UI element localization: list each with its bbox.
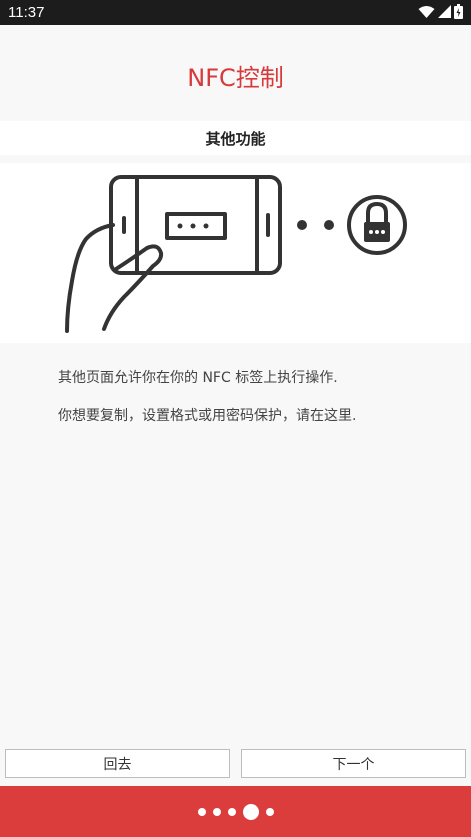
page-title: NFC控制 (187, 64, 284, 92)
section-title: 其他功能 (205, 129, 266, 148)
pager-dot[interactable] (212, 807, 221, 816)
status-icons (418, 4, 463, 19)
signal-icon (438, 5, 451, 18)
pager-dot[interactable] (197, 807, 206, 816)
pager-dot[interactable] (265, 807, 274, 816)
password-field-icon (165, 212, 227, 240)
wifi-icon (418, 5, 435, 18)
back-button[interactable]: 回去 (5, 749, 230, 778)
section-header: 其他功能 (0, 121, 471, 155)
pager-dot-active[interactable] (242, 803, 259, 820)
pager-footer (0, 786, 471, 837)
illustration (0, 163, 471, 343)
description-line-2: 你想要复制，设置格式或用密码保护，请在这里. (58, 408, 357, 424)
status-bar: 11:37 (0, 0, 471, 25)
pager-dot[interactable] (227, 807, 236, 816)
description-line-1: 其他页面允许你在你的 NFC 标签上执行操作. (58, 370, 338, 386)
hand-icon (65, 223, 115, 333)
status-time: 11:37 (8, 4, 45, 21)
next-button[interactable]: 下一个 (241, 749, 466, 778)
battery-icon (454, 4, 463, 19)
nfc-illustration (65, 175, 407, 333)
